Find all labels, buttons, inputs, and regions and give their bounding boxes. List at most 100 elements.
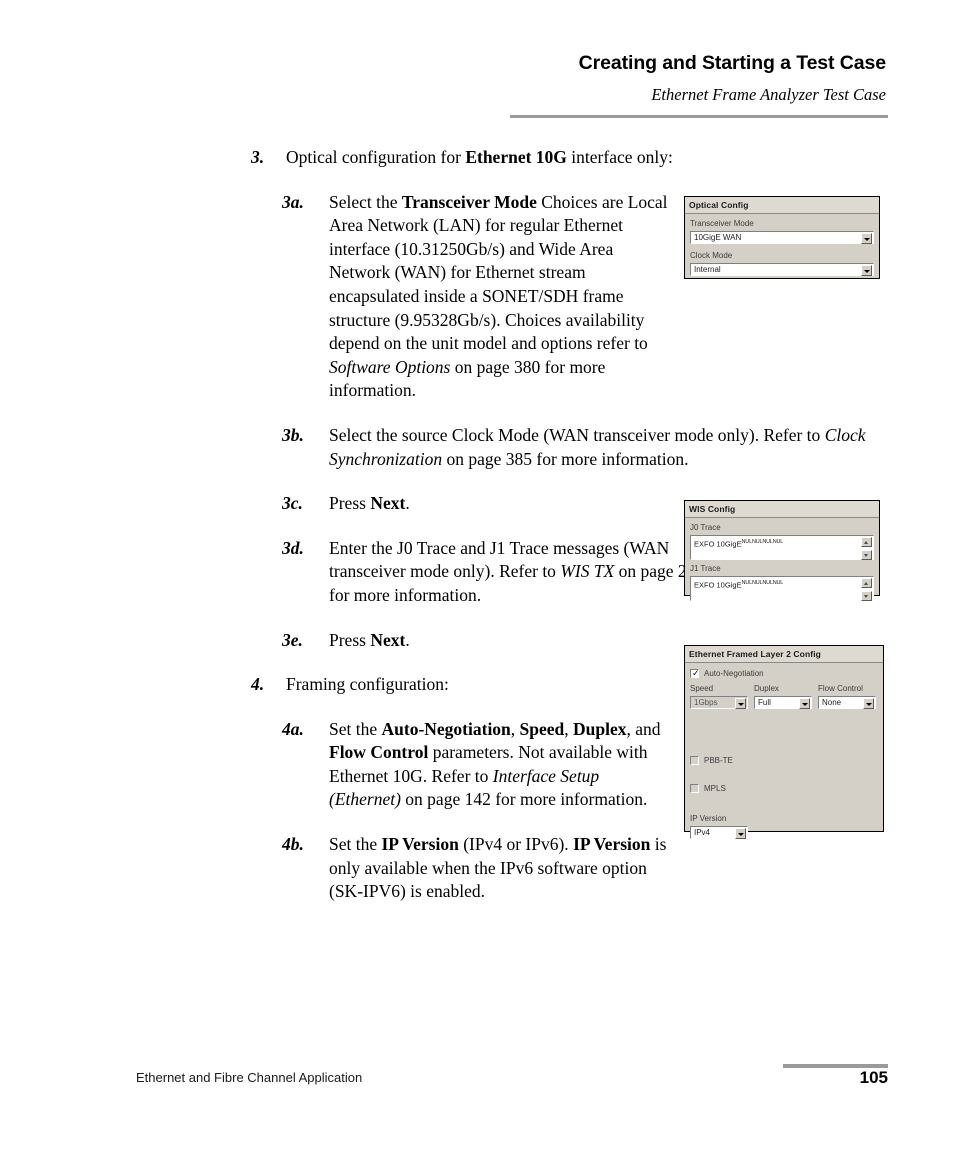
step-4a-bold-duplex: Duplex bbox=[573, 718, 627, 739]
j0-trace-value: EXFO 10GigE bbox=[694, 539, 742, 549]
step-4b-bold-ip-version-2: IP Version bbox=[573, 834, 651, 855]
transceiver-mode-label: Transceiver Mode bbox=[690, 219, 754, 228]
clock-mode-label: Clock Mode bbox=[690, 251, 733, 260]
step-4a-bold-flow-control: Flow Control bbox=[329, 742, 429, 763]
nul-glyph: NUL bbox=[751, 539, 763, 545]
chevron-down-icon[interactable] bbox=[799, 698, 810, 709]
mpls-checkbox-row[interactable]: MPLS bbox=[690, 783, 878, 794]
wis-config-title: WIS Config bbox=[685, 501, 879, 518]
step-4a-bold-auto-negotiation: Auto-Negotiation bbox=[381, 718, 511, 739]
step-3-bold-ethernet10g: Ethernet 10G bbox=[465, 147, 567, 167]
duplex-field: Duplex Full bbox=[754, 684, 812, 709]
nul-glyph: NUL bbox=[762, 539, 773, 545]
scroll-down-icon[interactable] bbox=[861, 591, 872, 601]
j1-trace-scrollbar[interactable] bbox=[861, 578, 872, 601]
step-4-number: 4. bbox=[251, 674, 265, 695]
step-4a-number: 4a. bbox=[282, 718, 304, 739]
ip-version-field: IP Version IPv4 bbox=[690, 814, 748, 839]
scroll-down-icon[interactable] bbox=[861, 550, 872, 560]
step-3a-number: 3a. bbox=[282, 191, 304, 212]
j1-trace-input[interactable]: EXFO 10GigENULNULNULNUL bbox=[690, 576, 874, 601]
nul-glyph: NUL bbox=[741, 580, 753, 586]
ip-version-dropdown[interactable]: IPv4 bbox=[690, 826, 748, 839]
flow-control-field: Flow Control None bbox=[818, 684, 876, 709]
step-3b: 3b. Select the source Clock Mode (WAN tr… bbox=[282, 424, 954, 471]
j0-trace-scrollbar[interactable] bbox=[861, 537, 872, 560]
auto-negotiation-checkbox-row[interactable]: ✓ Auto-Negotiation bbox=[690, 668, 878, 679]
j1-trace-value-wrap: EXFO 10GigENULNULNULNUL bbox=[691, 577, 873, 591]
flow-control-label: Flow Control bbox=[818, 684, 863, 693]
pbbte-checkbox-row[interactable]: PBB-TE bbox=[690, 755, 878, 766]
speed-field: Speed 1Gbps bbox=[690, 684, 748, 709]
optical-config-panel: Optical Config Transceiver Mode 10GigE W… bbox=[684, 196, 880, 279]
transceiver-mode-value: 10GigE WAN bbox=[694, 233, 742, 242]
scroll-up-icon[interactable] bbox=[861, 537, 872, 547]
step-3b-text: Select the source Clock Mode (WAN transc… bbox=[329, 424, 934, 471]
step-4b-number: 4b. bbox=[282, 834, 304, 855]
clock-mode-dropdown[interactable]: Internal bbox=[690, 263, 874, 276]
step-3e-bold-next: Next bbox=[370, 629, 406, 650]
ethernet-framed-layer2-config-panel: Ethernet Framed Layer 2 Config ✓ Auto-Ne… bbox=[684, 645, 884, 839]
step-3d-italic-wis-tx: WIS TX bbox=[560, 561, 615, 582]
step-3a-text: Select the Transceiver Mode Choices are … bbox=[329, 191, 669, 403]
step-4a-bold-speed: Speed bbox=[519, 718, 565, 739]
j0-trace-label: J0 Trace bbox=[690, 523, 721, 532]
speed-dropdown[interactable]: 1Gbps bbox=[690, 696, 748, 709]
step-3c-bold-next: Next bbox=[370, 493, 406, 514]
chevron-down-icon[interactable] bbox=[735, 698, 746, 709]
checkmark-icon: ✓ bbox=[692, 668, 700, 678]
step-4b-part1: Set the bbox=[329, 834, 382, 855]
optical-config-body: Transceiver Mode 10GigE WAN Clock Mode I… bbox=[685, 214, 879, 281]
step-4a-part4: , and bbox=[626, 718, 661, 739]
page-header: Creating and Starting a Test Case Ethern… bbox=[0, 0, 954, 105]
step-4a-part3: , bbox=[564, 718, 574, 739]
step-4b-text: Set the IP Version (IPv4 or IPv6). IP Ve… bbox=[329, 833, 669, 904]
step-4a-part1: Set the bbox=[329, 718, 382, 739]
wis-config-body: J0 Trace EXFO 10GigENULNULNULNUL J1 Trac… bbox=[685, 518, 879, 606]
step-3c-number: 3c. bbox=[282, 493, 303, 514]
pbbte-checkbox[interactable] bbox=[690, 756, 699, 765]
pbbte-label: PBB-TE bbox=[704, 756, 733, 765]
step-3e-part2: . bbox=[405, 629, 410, 650]
mpls-checkbox[interactable] bbox=[690, 784, 699, 793]
page-title: Creating and Starting a Test Case bbox=[578, 52, 886, 74]
step-3b-number: 3b. bbox=[282, 424, 304, 445]
header-divider bbox=[510, 115, 888, 118]
nul-glyph: NUL bbox=[741, 539, 753, 545]
step-4b-part2: (IPv4 or IPv6). bbox=[458, 834, 574, 855]
ip-version-label: IP Version bbox=[690, 814, 727, 823]
ethernet-l2-config-body: ✓ Auto-Negotiation Speed 1Gbps Duplex Fu… bbox=[685, 663, 883, 844]
page-number: 105 bbox=[859, 1068, 888, 1087]
optical-config-title: Optical Config bbox=[685, 197, 879, 214]
auto-negotiation-checkbox[interactable]: ✓ bbox=[690, 668, 700, 678]
flow-control-dropdown[interactable]: None bbox=[818, 696, 876, 709]
transceiver-mode-dropdown[interactable]: 10GigE WAN bbox=[690, 231, 874, 244]
step-3a-italic-software-options: Software Options bbox=[329, 356, 451, 377]
step-3a-bold-transceiver-mode: Transceiver Mode bbox=[401, 191, 537, 212]
step-4b-bold-ip-version-1: IP Version bbox=[381, 834, 459, 855]
j1-trace-label: J1 Trace bbox=[690, 564, 721, 573]
step-3: 3. Optical configuration for Ethernet 10… bbox=[251, 146, 954, 170]
step-3e-number: 3e. bbox=[282, 629, 303, 650]
scroll-up-icon[interactable] bbox=[861, 578, 872, 588]
step-3-text-part1: Optical configuration for bbox=[286, 147, 466, 167]
chevron-down-icon[interactable] bbox=[861, 265, 872, 276]
step-3e-part1: Press bbox=[329, 629, 371, 650]
wis-config-panel: WIS Config J0 Trace EXFO 10GigENULNULNUL… bbox=[684, 500, 880, 601]
step-3c-part2: . bbox=[405, 493, 410, 514]
step-3d-text: Enter the J0 Trace and J1 Trace messages… bbox=[329, 537, 707, 608]
chevron-down-icon[interactable] bbox=[863, 698, 874, 709]
step-4a-text: Set the Auto-Negotiation, Speed, Duplex,… bbox=[329, 718, 669, 812]
clock-mode-value: Internal bbox=[694, 265, 721, 274]
nul-glyph: NUL bbox=[751, 580, 763, 586]
step-3-number: 3. bbox=[251, 147, 265, 167]
footer-left-text: Ethernet and Fibre Channel Application bbox=[136, 1070, 363, 1085]
j0-trace-input[interactable]: EXFO 10GigENULNULNULNUL bbox=[690, 535, 874, 560]
chevron-down-icon[interactable] bbox=[735, 828, 746, 839]
chevron-down-icon[interactable] bbox=[861, 233, 872, 244]
nul-glyph: NUL bbox=[772, 539, 784, 545]
step-3-text: Optical configuration for Ethernet 10G i… bbox=[286, 146, 926, 170]
duplex-dropdown[interactable]: Full bbox=[754, 696, 812, 709]
nul-glyph: NUL bbox=[772, 580, 784, 586]
mpls-label: MPLS bbox=[704, 784, 726, 793]
